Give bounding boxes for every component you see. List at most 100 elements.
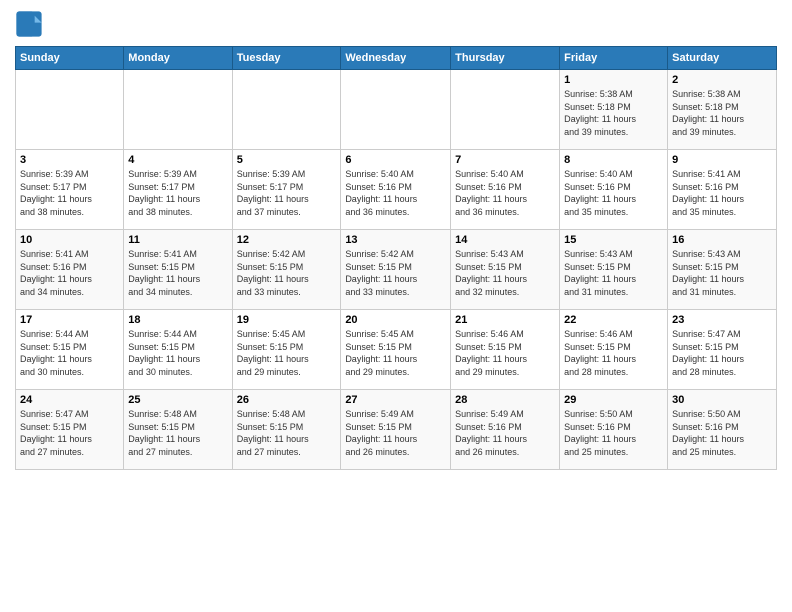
day-number: 6 bbox=[345, 154, 446, 166]
day-number: 4 bbox=[128, 154, 227, 166]
day-cell: 27 Sunrise: 5:49 AM Sunset: 5:15 PM Dayli… bbox=[341, 390, 451, 470]
day-cell: 21Sunrise: 5:46 AM Sunset: 5:15 PM Dayli… bbox=[451, 310, 560, 390]
week-row-0: 1 Sunrise: 5:38 AM Sunset: 5:18 PM Daylig… bbox=[16, 70, 777, 150]
day-detail: Sunrise: 5:39 AM Sunset: 5:17 PM Dayligh… bbox=[128, 168, 227, 218]
day-cell: 17Sunrise: 5:44 AM Sunset: 5:15 PM Dayli… bbox=[16, 310, 124, 390]
day-detail: Sunrise: 5:41 AM Sunset: 5:15 PM Dayligh… bbox=[128, 248, 227, 298]
day-detail: Sunrise: 5:45 AM Sunset: 5:15 PM Dayligh… bbox=[237, 328, 337, 378]
day-detail: Sunrise: 5:46 AM Sunset: 5:15 PM Dayligh… bbox=[455, 328, 555, 378]
day-detail: Sunrise: 5:40 AM Sunset: 5:16 PM Dayligh… bbox=[455, 168, 555, 218]
day-number: 2 bbox=[672, 74, 772, 86]
day-detail: Sunrise: 5:47 AM Sunset: 5:15 PM Dayligh… bbox=[672, 328, 772, 378]
col-header-thursday: Thursday bbox=[451, 47, 560, 70]
day-cell: 6 Sunrise: 5:40 AM Sunset: 5:16 PM Daylig… bbox=[341, 150, 451, 230]
day-cell: 23 Sunrise: 5:47 AM Sunset: 5:15 PM Dayli… bbox=[668, 310, 777, 390]
day-cell: 5 Sunrise: 5:39 AM Sunset: 5:17 PM Daylig… bbox=[232, 150, 341, 230]
day-number: 29 bbox=[564, 394, 663, 406]
day-cell bbox=[16, 70, 124, 150]
col-header-saturday: Saturday bbox=[668, 47, 777, 70]
day-detail: Sunrise: 5:44 AM Sunset: 5:15 PM Dayligh… bbox=[128, 328, 227, 378]
day-cell: 10 Sunrise: 5:41 AM Sunset: 5:16 PM Dayli… bbox=[16, 230, 124, 310]
day-number: 16 bbox=[672, 234, 772, 246]
day-detail: Sunrise: 5:42 AM Sunset: 5:15 PM Dayligh… bbox=[345, 248, 446, 298]
day-number: 7 bbox=[455, 154, 555, 166]
day-detail: Sunrise: 5:41 AM Sunset: 5:16 PM Dayligh… bbox=[672, 168, 772, 218]
day-cell: 9Sunrise: 5:41 AM Sunset: 5:16 PM Daylig… bbox=[668, 150, 777, 230]
day-number: 3 bbox=[20, 154, 119, 166]
day-detail: Sunrise: 5:38 AM Sunset: 5:18 PM Dayligh… bbox=[564, 88, 663, 138]
day-cell: 1 Sunrise: 5:38 AM Sunset: 5:18 PM Daylig… bbox=[560, 70, 668, 150]
col-header-wednesday: Wednesday bbox=[341, 47, 451, 70]
day-cell: 15 Sunrise: 5:43 AM Sunset: 5:15 PM Dayli… bbox=[560, 230, 668, 310]
day-number: 27 bbox=[345, 394, 446, 406]
week-row-2: 10 Sunrise: 5:41 AM Sunset: 5:16 PM Dayli… bbox=[16, 230, 777, 310]
day-number: 18 bbox=[128, 314, 227, 326]
day-cell: 14 Sunrise: 5:43 AM Sunset: 5:15 PM Dayli… bbox=[451, 230, 560, 310]
day-detail: Sunrise: 5:43 AM Sunset: 5:15 PM Dayligh… bbox=[564, 248, 663, 298]
day-detail: Sunrise: 5:38 AM Sunset: 5:18 PM Dayligh… bbox=[672, 88, 772, 138]
day-detail: Sunrise: 5:49 AM Sunset: 5:15 PM Dayligh… bbox=[345, 408, 446, 458]
day-cell: 30Sunrise: 5:50 AM Sunset: 5:16 PM Dayli… bbox=[668, 390, 777, 470]
day-detail: Sunrise: 5:40 AM Sunset: 5:16 PM Dayligh… bbox=[345, 168, 446, 218]
day-detail: Sunrise: 5:48 AM Sunset: 5:15 PM Dayligh… bbox=[128, 408, 227, 458]
day-cell: 18 Sunrise: 5:44 AM Sunset: 5:15 PM Dayli… bbox=[124, 310, 232, 390]
day-number: 22 bbox=[564, 314, 663, 326]
calendar-table: SundayMondayTuesdayWednesdayThursdayFrid… bbox=[15, 46, 777, 470]
week-row-4: 24 Sunrise: 5:47 AM Sunset: 5:15 PM Dayli… bbox=[16, 390, 777, 470]
day-cell: 20Sunrise: 5:45 AM Sunset: 5:15 PM Dayli… bbox=[341, 310, 451, 390]
day-number: 28 bbox=[455, 394, 555, 406]
day-cell bbox=[124, 70, 232, 150]
day-detail: Sunrise: 5:49 AM Sunset: 5:16 PM Dayligh… bbox=[455, 408, 555, 458]
page-container: SundayMondayTuesdayWednesdayThursdayFrid… bbox=[0, 0, 792, 480]
day-number: 13 bbox=[345, 234, 446, 246]
day-number: 26 bbox=[237, 394, 337, 406]
day-cell: 28 Sunrise: 5:49 AM Sunset: 5:16 PM Dayli… bbox=[451, 390, 560, 470]
day-number: 19 bbox=[237, 314, 337, 326]
day-detail: Sunrise: 5:50 AM Sunset: 5:16 PM Dayligh… bbox=[672, 408, 772, 458]
day-number: 17 bbox=[20, 314, 119, 326]
logo bbox=[15, 10, 47, 38]
day-detail: Sunrise: 5:43 AM Sunset: 5:15 PM Dayligh… bbox=[672, 248, 772, 298]
header-row: SundayMondayTuesdayWednesdayThursdayFrid… bbox=[16, 47, 777, 70]
day-number: 10 bbox=[20, 234, 119, 246]
day-cell: 3Sunrise: 5:39 AM Sunset: 5:17 PM Daylig… bbox=[16, 150, 124, 230]
day-detail: Sunrise: 5:41 AM Sunset: 5:16 PM Dayligh… bbox=[20, 248, 119, 298]
day-detail: Sunrise: 5:47 AM Sunset: 5:15 PM Dayligh… bbox=[20, 408, 119, 458]
day-cell: 29 Sunrise: 5:50 AM Sunset: 5:16 PM Dayli… bbox=[560, 390, 668, 470]
header bbox=[15, 10, 777, 38]
day-number: 11 bbox=[128, 234, 227, 246]
day-detail: Sunrise: 5:43 AM Sunset: 5:15 PM Dayligh… bbox=[455, 248, 555, 298]
day-number: 5 bbox=[237, 154, 337, 166]
day-cell: 26Sunrise: 5:48 AM Sunset: 5:15 PM Dayli… bbox=[232, 390, 341, 470]
col-header-sunday: Sunday bbox=[16, 47, 124, 70]
day-cell: 11 Sunrise: 5:41 AM Sunset: 5:15 PM Dayli… bbox=[124, 230, 232, 310]
day-number: 20 bbox=[345, 314, 446, 326]
day-cell: 25 Sunrise: 5:48 AM Sunset: 5:15 PM Dayli… bbox=[124, 390, 232, 470]
day-number: 1 bbox=[564, 74, 663, 86]
col-header-monday: Monday bbox=[124, 47, 232, 70]
day-number: 25 bbox=[128, 394, 227, 406]
day-cell: 2 Sunrise: 5:38 AM Sunset: 5:18 PM Daylig… bbox=[668, 70, 777, 150]
day-detail: Sunrise: 5:50 AM Sunset: 5:16 PM Dayligh… bbox=[564, 408, 663, 458]
day-number: 12 bbox=[237, 234, 337, 246]
day-cell bbox=[341, 70, 451, 150]
week-row-1: 3 Sunrise: 5:39 AM Sunset: 5:17 PM Daylig… bbox=[16, 150, 777, 230]
day-number: 8 bbox=[564, 154, 663, 166]
day-cell: 8Sunrise: 5:40 AM Sunset: 5:16 PM Daylig… bbox=[560, 150, 668, 230]
day-cell: 7 Sunrise: 5:40 AM Sunset: 5:16 PM Daylig… bbox=[451, 150, 560, 230]
day-cell: 12Sunrise: 5:42 AM Sunset: 5:15 PM Dayli… bbox=[232, 230, 341, 310]
logo-icon bbox=[15, 10, 43, 38]
day-cell: 4 Sunrise: 5:39 AM Sunset: 5:17 PM Daylig… bbox=[124, 150, 232, 230]
day-detail: Sunrise: 5:39 AM Sunset: 5:17 PM Dayligh… bbox=[237, 168, 337, 218]
day-cell: 19 Sunrise: 5:45 AM Sunset: 5:15 PM Dayli… bbox=[232, 310, 341, 390]
week-row-3: 17 Sunrise: 5:44 AM Sunset: 5:15 PM Dayli… bbox=[16, 310, 777, 390]
day-cell: 24 Sunrise: 5:47 AM Sunset: 5:15 PM Dayli… bbox=[16, 390, 124, 470]
col-header-friday: Friday bbox=[560, 47, 668, 70]
col-header-tuesday: Tuesday bbox=[232, 47, 341, 70]
day-detail: Sunrise: 5:46 AM Sunset: 5:15 PM Dayligh… bbox=[564, 328, 663, 378]
day-number: 14 bbox=[455, 234, 555, 246]
day-cell bbox=[232, 70, 341, 150]
day-number: 23 bbox=[672, 314, 772, 326]
day-number: 15 bbox=[564, 234, 663, 246]
day-number: 24 bbox=[20, 394, 119, 406]
